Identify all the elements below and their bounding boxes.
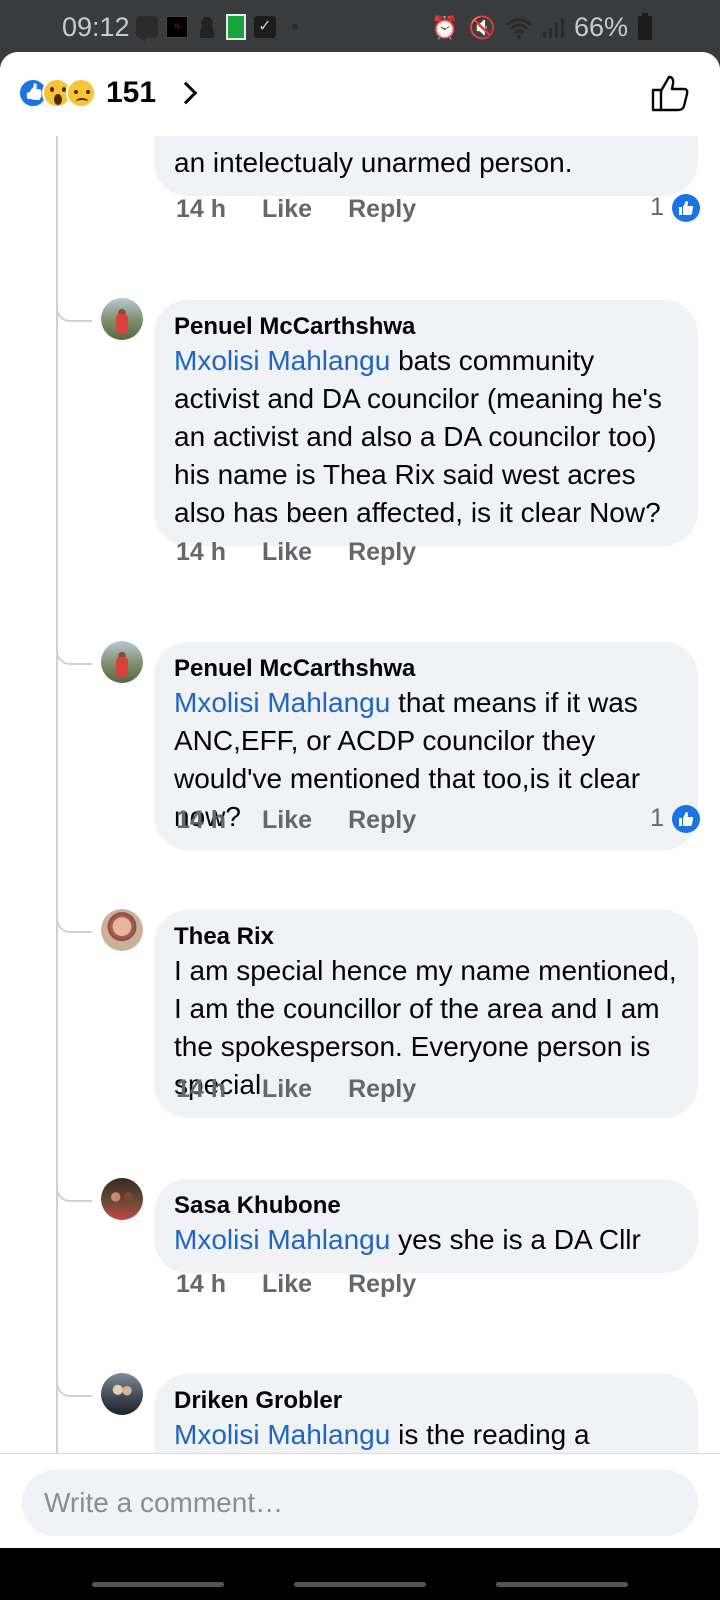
- comment-actions: 14 h Like Reply: [176, 806, 416, 835]
- system-nav-bar: [0, 1548, 720, 1600]
- comment-text: Mxolisi Mahlangu bats community activist…: [174, 342, 678, 532]
- comment-author[interactable]: Driken Grobler: [174, 1386, 678, 1416]
- thread-branch: [56, 1379, 92, 1397]
- reply-button[interactable]: Reply: [348, 538, 416, 567]
- battery-percent: 66%: [573, 12, 628, 42]
- avatar[interactable]: [101, 298, 143, 340]
- avatar[interactable]: [101, 1178, 143, 1220]
- comment-like-count[interactable]: 1: [650, 193, 700, 222]
- reply-button[interactable]: Reply: [348, 1270, 416, 1299]
- like-button[interactable]: Like: [262, 1075, 312, 1104]
- comment-actions: 14 h Like Reply: [176, 195, 416, 224]
- netflix-icon: N: [166, 16, 188, 38]
- sad-reaction-icon: [66, 78, 96, 108]
- comment-author[interactable]: Penuel McCarthshwa: [174, 312, 678, 342]
- nav-recents[interactable]: [92, 1582, 224, 1587]
- reactions-summary[interactable]: 151: [18, 76, 198, 110]
- comment-author[interactable]: Sasa Khubone: [174, 1191, 678, 1221]
- comment-actions: 14 h Like Reply: [176, 538, 416, 567]
- avatar[interactable]: [101, 909, 143, 951]
- thread-branch: [56, 1184, 92, 1202]
- thread-branch: [56, 647, 92, 665]
- thread-branch: [56, 304, 92, 322]
- reactions-header: 151: [0, 52, 720, 136]
- comment-time[interactable]: 14 h: [176, 1075, 226, 1104]
- thread-line: [56, 136, 58, 1506]
- like-button[interactable]: Like: [262, 806, 312, 835]
- mention-link[interactable]: Mxolisi Mahlangu: [174, 687, 390, 718]
- thread-branch: [56, 915, 92, 933]
- comment-time[interactable]: 14 h: [176, 538, 226, 567]
- comment-text: Mxolisi Mahlangu yes she is a DA Cllr: [174, 1221, 678, 1259]
- like-count: 1: [650, 193, 664, 221]
- message-icon: [136, 16, 158, 43]
- notification-icons: N ✓: [136, 14, 298, 43]
- like-count: 1: [650, 804, 664, 832]
- comment-input[interactable]: [22, 1470, 698, 1536]
- comments-sheet: 151 an intelectualy unarmed person. 14 h…: [0, 52, 720, 1600]
- mention-link[interactable]: Mxolisi Mahlangu: [174, 1224, 390, 1255]
- status-time: 09:12: [62, 12, 130, 42]
- comment-like-count[interactable]: 1: [650, 804, 700, 833]
- like-post-button[interactable]: [650, 74, 690, 112]
- comment-text: an intelectualy unarmed person.: [174, 147, 573, 178]
- like-button[interactable]: Like: [262, 195, 312, 224]
- comment-bubble[interactable]: an intelectualy unarmed person.: [154, 136, 698, 196]
- comment-composer: [0, 1454, 720, 1548]
- comment-time[interactable]: 14 h: [176, 1270, 226, 1299]
- mute-icon: 🔇: [468, 14, 496, 40]
- person-icon: [196, 16, 218, 38]
- like-badge-icon: [672, 804, 700, 833]
- nav-back[interactable]: [496, 1582, 628, 1587]
- comment-bubble[interactable]: Sasa Khubone Mxolisi Mahlangu yes she is…: [154, 1179, 698, 1273]
- avatar[interactable]: [101, 641, 143, 683]
- wifi-icon: [505, 17, 532, 39]
- alarm-icon: ⏰: [431, 14, 459, 40]
- comment-author[interactable]: Thea Rix: [174, 922, 678, 952]
- comment-bubble[interactable]: Penuel McCarthshwa Mxolisi Mahlangu bats…: [154, 300, 698, 546]
- like-badge-icon: [672, 193, 700, 222]
- reply-button[interactable]: Reply: [348, 195, 416, 224]
- mention-link[interactable]: Mxolisi Mahlangu: [174, 1419, 390, 1450]
- check-icon: ✓: [254, 16, 276, 38]
- more-notifications-dot: [292, 24, 298, 30]
- chevron-right-icon: [174, 81, 198, 105]
- green-app-icon: [226, 14, 246, 40]
- comment-author[interactable]: Penuel McCarthshwa: [174, 654, 678, 684]
- mention-link[interactable]: Mxolisi Mahlangu: [174, 345, 390, 376]
- status-bar: 09:12 N ✓ ⏰ 🔇 66%: [0, 0, 720, 52]
- comment-thread: an intelectualy unarmed person. 14 h Lik…: [0, 136, 720, 1506]
- nav-home[interactable]: [294, 1582, 426, 1587]
- system-icons: ⏰ 🔇 66%: [431, 12, 652, 43]
- comment-time[interactable]: 14 h: [176, 806, 226, 835]
- like-button[interactable]: Like: [262, 538, 312, 567]
- comment-time[interactable]: 14 h: [176, 195, 226, 224]
- like-button[interactable]: Like: [262, 1270, 312, 1299]
- battery-icon: [638, 12, 652, 40]
- comment-actions: 14 h Like Reply: [176, 1075, 416, 1104]
- signal-icon: [542, 17, 564, 38]
- avatar[interactable]: [101, 1373, 143, 1415]
- comment-body: yes she is a DA Cllr: [390, 1224, 641, 1255]
- reply-button[interactable]: Reply: [348, 806, 416, 835]
- comment-actions: 14 h Like Reply: [176, 1270, 416, 1299]
- reply-button[interactable]: Reply: [348, 1075, 416, 1104]
- reaction-count: 151: [106, 76, 157, 109]
